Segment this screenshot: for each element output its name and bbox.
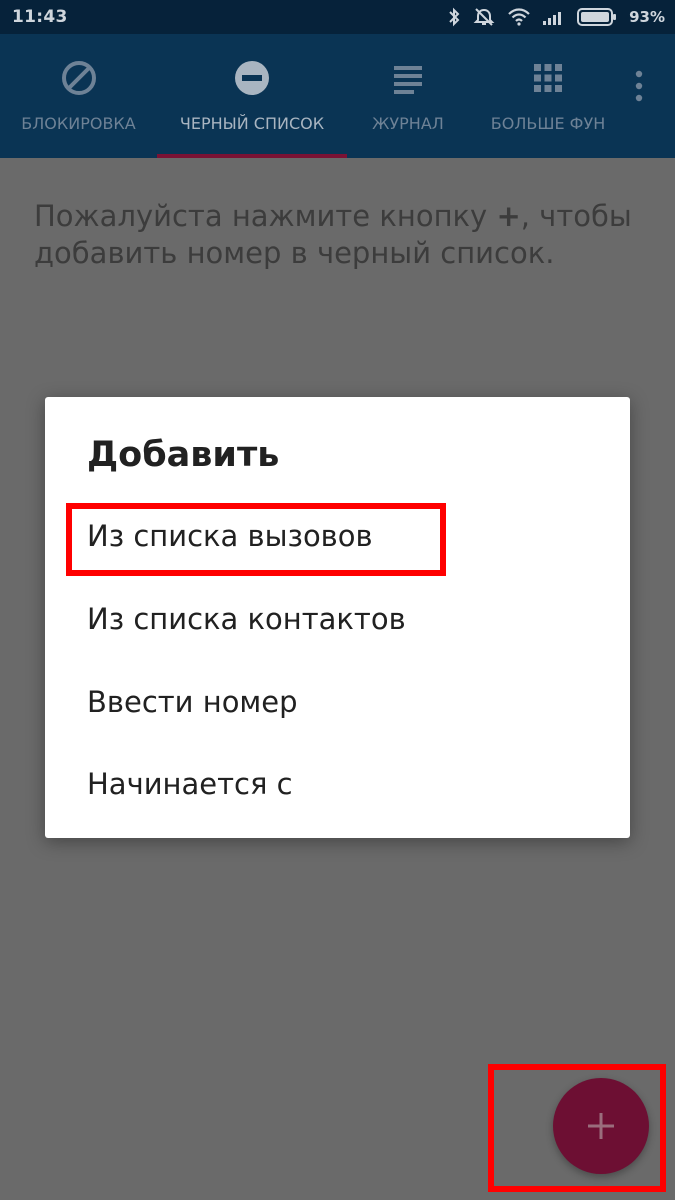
dialog-title: Добавить <box>87 435 280 475</box>
status-bar: 11:43 93% <box>0 0 675 34</box>
grid-icon <box>534 64 562 92</box>
status-time: 11:43 <box>12 7 68 27</box>
dialog-item-label: Из списка контактов <box>87 602 406 636</box>
tab-label: ЧЕРНЫЙ СПИСОК <box>179 114 325 133</box>
dialog-item-label: Ввести номер <box>87 685 298 719</box>
status-icons: 93% <box>447 6 665 28</box>
dialog-item-starts-with[interactable]: Начинается с <box>45 745 630 825</box>
tab-block[interactable]: БЛОКИРОВКА <box>0 34 157 158</box>
bluetooth-icon <box>449 7 460 27</box>
add-dialog: Добавить Из списка вызовов Из списка кон… <box>45 397 630 838</box>
hint-plus: + <box>496 199 521 233</box>
dialog-item-enter-number[interactable]: Ввести номер <box>45 663 630 743</box>
tab-label: БОЛЬШЕ ФУН <box>490 114 606 133</box>
dialog-item-from-contacts[interactable]: Из списка контактов <box>45 580 630 660</box>
plus-icon <box>588 1113 614 1139</box>
dialog-item-label: Начинается с <box>87 767 293 801</box>
wifi-icon <box>508 8 530 26</box>
signal-icon <box>543 12 562 25</box>
dialog-item-from-calls[interactable]: Из списка вызовов <box>45 497 630 577</box>
tab-label: БЛОКИРОВКА <box>21 114 136 133</box>
list-icon <box>394 66 422 94</box>
tab-log[interactable]: ЖУРНАЛ <box>347 34 469 158</box>
dialog-item-label: Из списка вызовов <box>87 519 373 553</box>
battery-icon <box>577 8 617 26</box>
battery-percent: 93% <box>629 8 665 26</box>
hint-before: Пожалуйста нажмите кнопку <box>34 199 497 233</box>
tab-label: ЖУРНАЛ <box>372 114 444 133</box>
app-bar: БЛОКИРОВКА ЧЕРНЫЙ СПИСОК ЖУРНАЛ БОЛЬШЕ Ф… <box>0 34 675 158</box>
more-vert-icon[interactable] <box>627 66 651 106</box>
block-icon <box>61 61 96 95</box>
tab-more[interactable]: БОЛЬШЕ ФУН <box>469 34 627 158</box>
hint-text: Пожалуйста нажмите кнопку +, чтобы добав… <box>34 198 644 272</box>
tab-blacklist[interactable]: ЧЕРНЫЙ СПИСОК <box>157 34 347 158</box>
minus-circle-icon <box>235 61 269 95</box>
add-fab-button[interactable] <box>553 1078 649 1174</box>
alarm-off-icon <box>473 8 495 26</box>
